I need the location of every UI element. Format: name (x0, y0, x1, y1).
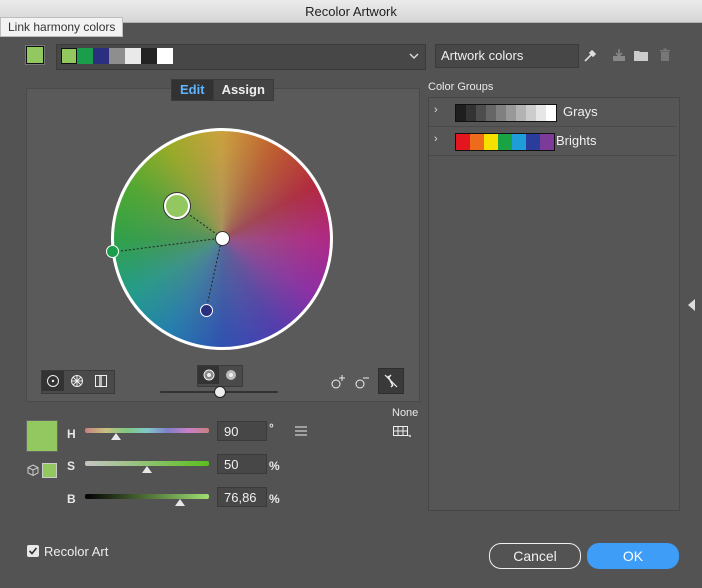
hue-unit: ° (269, 421, 274, 435)
group-swatch[interactable] (476, 105, 486, 121)
group-swatch[interactable] (546, 105, 556, 121)
chevron-right-icon[interactable]: › (434, 133, 438, 145)
none-label: None (392, 407, 419, 419)
harmony-color-strip (61, 48, 173, 64)
color-groups-panel (428, 97, 680, 511)
brightness-label: B (67, 492, 76, 506)
color-group-swatches (455, 133, 555, 151)
save-group-icon[interactable] (610, 46, 628, 64)
group-swatch[interactable] (486, 105, 496, 121)
group-swatch[interactable] (466, 105, 476, 121)
hue-slider-track[interactable] (85, 428, 209, 433)
brightness-value-slider-track[interactable] (85, 494, 209, 499)
group-swatch[interactable] (526, 134, 540, 150)
eyedropper-icon[interactable] (580, 46, 600, 66)
harmony-swatch[interactable] (93, 48, 109, 64)
group-swatch[interactable] (526, 105, 536, 121)
artwork-colors-field[interactable]: Artwork colors (435, 44, 579, 68)
chevron-right-icon[interactable]: › (434, 104, 438, 116)
group-swatch[interactable] (506, 105, 516, 121)
add-color-icon[interactable] (328, 372, 348, 392)
harmony-swatch[interactable] (157, 48, 173, 64)
color-group-name: Brights (556, 133, 597, 148)
group-swatch[interactable] (536, 105, 546, 121)
tab-assign[interactable]: Assign (212, 80, 273, 100)
color-group-row[interactable]: › Grays (429, 98, 677, 127)
color-group-row[interactable]: › Brights (429, 127, 677, 156)
base-color-marker[interactable] (164, 193, 190, 219)
collapse-panel-icon[interactable] (686, 298, 698, 312)
harmony-colors-dropdown[interactable] (56, 44, 426, 70)
current-color-swatch[interactable] (26, 420, 58, 452)
saturation-field[interactable]: 50 (217, 454, 267, 474)
recolor-art-checkbox[interactable] (27, 545, 39, 557)
harmony-marker-blue[interactable] (200, 304, 213, 317)
group-swatch[interactable] (512, 134, 526, 150)
group-swatch[interactable] (496, 105, 506, 121)
color-groups-heading: Color Groups (428, 81, 494, 93)
group-swatch[interactable] (470, 134, 484, 150)
color-bars-icon[interactable] (90, 371, 112, 391)
brightness-field[interactable]: 76,86 (217, 487, 267, 507)
harmony-swatch[interactable] (77, 48, 93, 64)
color-library-icon[interactable] (392, 424, 412, 440)
smooth-wheel-icon[interactable] (42, 371, 64, 391)
edit-assign-tabs: Edit Assign (171, 79, 274, 101)
color-group-name: Grays (563, 104, 598, 119)
show-brightness-icon[interactable] (220, 366, 241, 384)
tab-edit[interactable]: Edit (172, 80, 213, 100)
harmony-swatch[interactable] (141, 48, 157, 64)
active-color-swatch[interactable] (25, 45, 45, 65)
saturation-label: S (67, 459, 76, 473)
harmony-swatch[interactable] (109, 48, 125, 64)
harmony-swatch[interactable] (61, 48, 77, 64)
show-saturation-icon[interactable] (198, 366, 219, 384)
chevron-down-icon[interactable] (406, 46, 422, 66)
out-of-gamut-cube-icon (26, 463, 40, 477)
group-swatch[interactable] (456, 105, 466, 121)
harmony-swatch[interactable] (125, 48, 141, 64)
group-swatch[interactable] (498, 134, 512, 150)
group-swatch[interactable] (456, 134, 470, 150)
brightness-value-slider-thumb[interactable] (175, 499, 186, 506)
gamut-color-swatch[interactable] (42, 463, 57, 478)
tooltip: Link harmony colors (0, 17, 124, 37)
saturation-unit: % (269, 459, 280, 473)
remove-color-icon[interactable] (352, 372, 372, 392)
wheel-center-marker[interactable] (215, 231, 230, 246)
hue-label: H (67, 427, 76, 441)
brightness-unit: % (269, 492, 280, 506)
sliders-menu-icon[interactable] (294, 424, 308, 438)
trash-icon[interactable] (656, 46, 674, 64)
group-swatch[interactable] (540, 134, 554, 150)
segmented-wheel-icon[interactable] (66, 371, 88, 391)
group-swatch[interactable] (484, 134, 498, 150)
group-swatch[interactable] (516, 105, 526, 121)
brightness-slider-thumb[interactable] (214, 386, 226, 398)
recolor-art-label: Recolor Art (44, 544, 109, 559)
unlink-harmony-icon[interactable] (378, 368, 404, 394)
color-group-swatches (455, 104, 557, 122)
folder-icon[interactable] (632, 46, 650, 64)
hue-field[interactable]: 90 (217, 421, 267, 441)
cancel-button[interactable]: Cancel (489, 543, 581, 569)
hue-slider-thumb[interactable] (111, 433, 121, 440)
ok-button[interactable]: OK (587, 543, 679, 569)
saturation-slider-thumb[interactable] (142, 466, 152, 473)
harmony-marker-green[interactable] (106, 245, 119, 258)
